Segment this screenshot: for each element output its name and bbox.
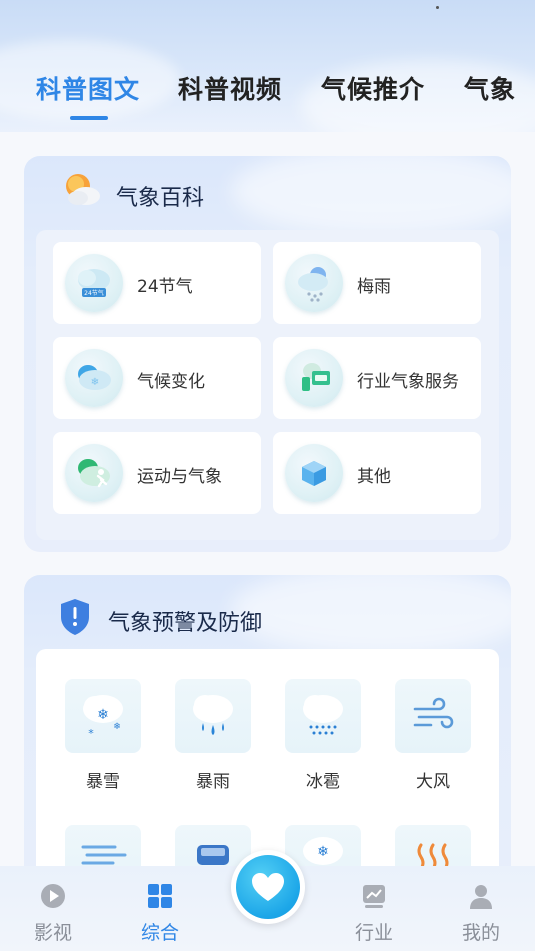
tile-label: 24节气 xyxy=(137,277,193,297)
encyclopedia-title: 气象百科 xyxy=(116,186,205,211)
tile-plum-rain[interactable]: 梅雨 xyxy=(273,242,481,324)
svg-text:❄: ❄ xyxy=(317,844,329,860)
snowstorm-icon: ❄ * ❄ xyxy=(65,679,141,753)
tile-label: 气候变化 xyxy=(137,372,205,392)
center-favorite-button[interactable] xyxy=(231,850,305,924)
encyclopedia-grid: 24节气 24节气 梅雨 ❄ 气候变化 行业气象服务 运动与气象 其他 xyxy=(36,230,499,540)
plum-rain-icon xyxy=(285,254,343,312)
tile-label: 运动与气象 xyxy=(137,467,222,487)
nav-item-general[interactable]: 综合 xyxy=(125,882,195,945)
warning-label: 大风 xyxy=(416,772,450,792)
tile-label: 行业气象服务 xyxy=(357,372,459,392)
climate-change-icon: ❄ xyxy=(65,349,123,407)
grid-icon xyxy=(148,884,172,908)
nav-label: 我的 xyxy=(461,922,500,944)
nav-label: 行业 xyxy=(354,922,393,944)
warnings-title: 气象预警及防御 xyxy=(108,611,263,636)
tile-label: 其他 xyxy=(357,467,391,487)
tab-climate-recommend[interactable]: 气候推介 xyxy=(321,70,425,106)
warning-label: 暴雨 xyxy=(196,772,230,792)
user-icon xyxy=(470,885,492,909)
card-cloud-decoration xyxy=(231,575,511,655)
svg-text:❄: ❄ xyxy=(91,377,99,388)
tab-meteorology[interactable]: 气象 xyxy=(464,70,516,106)
tile-label: 梅雨 xyxy=(357,277,391,297)
chart-icon xyxy=(363,885,385,908)
warning-item-gale[interactable]: 大风 xyxy=(395,679,471,792)
warning-item-snowstorm[interactable]: ❄ * ❄ 暴雪 xyxy=(65,679,141,792)
nav-label: 综合 xyxy=(140,922,179,944)
tile-climate-change[interactable]: ❄ 气候变化 xyxy=(53,337,261,419)
solar-terms-icon: 24节气 xyxy=(65,254,123,312)
main-content: 气象百科 24节气 24节气 梅雨 ❄ 气候变化 行业气象服务 运动与气象 其他… xyxy=(0,132,535,905)
gale-icon xyxy=(395,679,471,753)
tab-science-articles[interactable]: 科普图文 xyxy=(36,70,140,106)
svg-text:*: * xyxy=(88,727,94,740)
center-button-circle xyxy=(236,855,300,919)
hail-icon xyxy=(285,679,361,753)
heart-icon xyxy=(252,873,284,901)
tile-other[interactable]: 其他 xyxy=(273,432,481,514)
other-icon xyxy=(285,444,343,502)
warning-item-rainstorm[interactable]: 暴雨 xyxy=(175,679,251,792)
tile-industry-service[interactable]: 行业气象服务 xyxy=(273,337,481,419)
industry-service-icon xyxy=(285,349,343,407)
shield-warning-icon xyxy=(61,599,89,635)
sun-cloud-icon xyxy=(66,174,100,205)
active-tab-indicator xyxy=(70,116,108,120)
card-cloud-decoration xyxy=(231,156,511,236)
tab-science-videos[interactable]: 科普视频 xyxy=(178,70,282,106)
sports-weather-icon xyxy=(65,444,123,502)
nav-item-industry[interactable]: 行业 xyxy=(339,882,409,945)
nav-item-video[interactable]: 影视 xyxy=(18,882,88,945)
warning-label: 冰雹 xyxy=(306,772,340,792)
solar-terms-badge-text: 24节气 xyxy=(84,289,104,297)
category-tabs: 科普图文 科普视频 气候推介 气象 xyxy=(0,70,535,120)
tile-solar-terms[interactable]: 24节气 24节气 xyxy=(53,242,261,324)
rainstorm-icon xyxy=(175,679,251,753)
top-header: 科普图文 科普视频 气候推介 气象 xyxy=(0,0,535,132)
svg-text:❄: ❄ xyxy=(113,722,121,732)
play-icon xyxy=(41,884,65,908)
svg-text:❄: ❄ xyxy=(97,707,109,723)
tile-sports-weather[interactable]: 运动与气象 xyxy=(53,432,261,514)
status-dot xyxy=(436,6,439,9)
encyclopedia-card: 气象百科 24节气 24节气 梅雨 ❄ 气候变化 行业气象服务 运动与气象 其他 xyxy=(24,156,511,552)
nav-label: 影视 xyxy=(33,922,72,944)
warning-label: 暴雪 xyxy=(86,772,120,792)
nav-item-mine[interactable]: 我的 xyxy=(446,882,516,945)
warning-item-hail[interactable]: 冰雹 xyxy=(285,679,361,792)
